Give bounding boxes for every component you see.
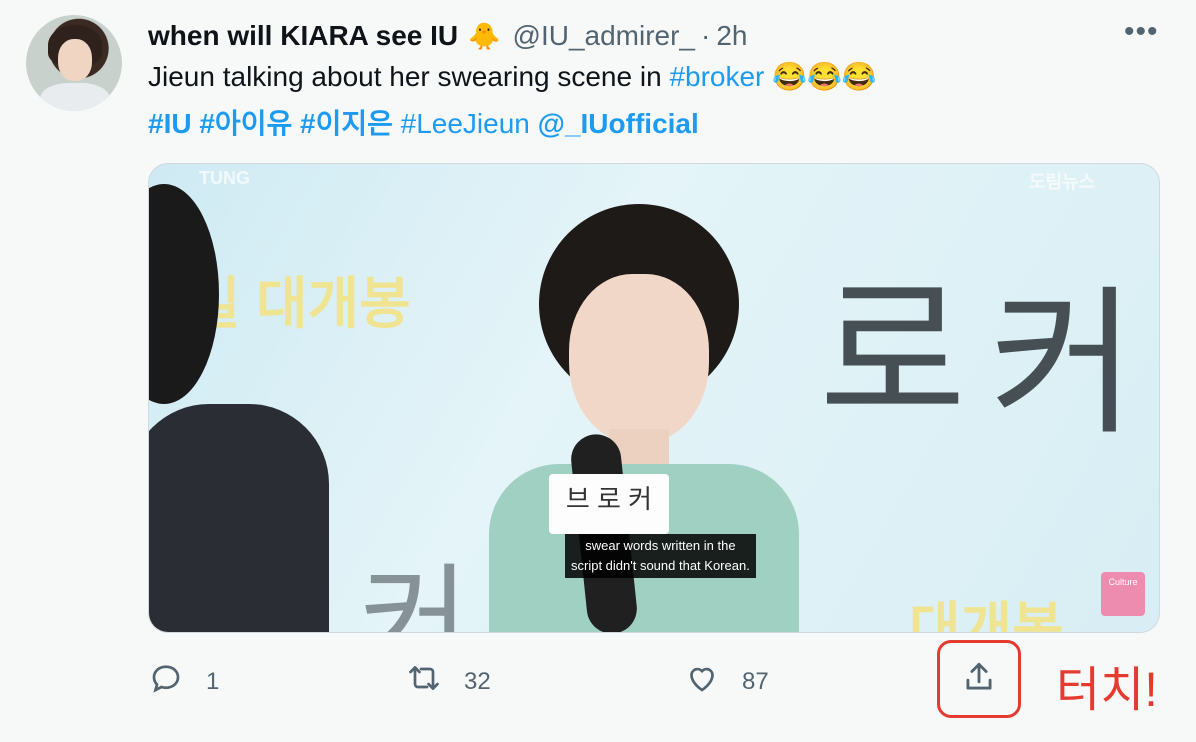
tweet-text-line-2: #IU #아이유 #이지은 #LeeJieun @_IUofficial <box>148 102 699 142</box>
like-count: 87 <box>742 667 769 695</box>
bg-title-char: 커 <box>989 274 1137 453</box>
like-button[interactable]: 87 <box>684 660 769 703</box>
bg-title-char: 로 <box>819 264 967 443</box>
share-icon <box>960 658 998 701</box>
tweet-text-line-1: Jieun talking about her swearing scene i… <box>148 60 877 93</box>
retweet-icon <box>406 660 442 703</box>
chick-emoji-icon: 🐥 <box>468 20 501 51</box>
timestamp[interactable]: 2h <box>716 20 747 52</box>
hashtag-link[interactable]: #IU <box>148 108 192 139</box>
reply-count: 1 <box>206 667 220 695</box>
subtitle-line-1: swear words written in the <box>585 538 736 553</box>
person-left-silhouette <box>149 164 339 632</box>
retweet-count: 32 <box>464 667 491 695</box>
share-button[interactable] <box>937 640 1021 718</box>
separator-dot: · <box>701 20 711 51</box>
heart-icon <box>684 660 720 703</box>
display-name[interactable]: when will KIARA see IU <box>148 20 458 52</box>
mention-link[interactable]: @_IUofficial <box>538 108 699 139</box>
retweet-button[interactable]: 32 <box>406 660 491 703</box>
more-options-icon[interactable]: ••• <box>1124 17 1159 47</box>
avatar[interactable] <box>26 15 122 111</box>
touch-annotation-label: 터치! <box>1056 664 1158 717</box>
bg-title-char: 커 <box>359 555 470 633</box>
watermark-right: 도림뉴스 <box>1029 172 1096 192</box>
video-subtitle: swear words written in the script didn't… <box>565 534 756 578</box>
subtitle-line-2: script didn't sound that Korean. <box>571 558 750 573</box>
hashtag-link[interactable]: #아이유 <box>199 108 292 139</box>
reply-icon <box>148 660 184 703</box>
microphone-card: 브 로 커 <box>549 474 669 534</box>
channel-logo-badge: Culture <box>1101 572 1145 616</box>
laughing-emoji-icon: 😂😂😂 <box>772 61 877 92</box>
video-media[interactable]: TUNG 도림뉴스 밀 대개봉 로 커 커 대개봉 브 로 커 swear wo… <box>148 163 1160 633</box>
hashtag-link[interactable]: #이지은 <box>300 108 393 139</box>
user-handle[interactable]: @IU_admirer_ <box>513 20 695 52</box>
tweet-header: when will KIARA see IU 🐥 @IU_admirer_ · … <box>148 18 747 54</box>
hashtag-broker-link[interactable]: #broker <box>669 61 764 92</box>
reply-button[interactable]: 1 <box>148 660 219 703</box>
bg-yellow-text: 대개봉 <box>909 597 1064 633</box>
tweet-text: Jieun talking about her swearing scene i… <box>148 61 670 92</box>
hashtag-link[interactable]: #LeeJieun <box>401 108 530 139</box>
